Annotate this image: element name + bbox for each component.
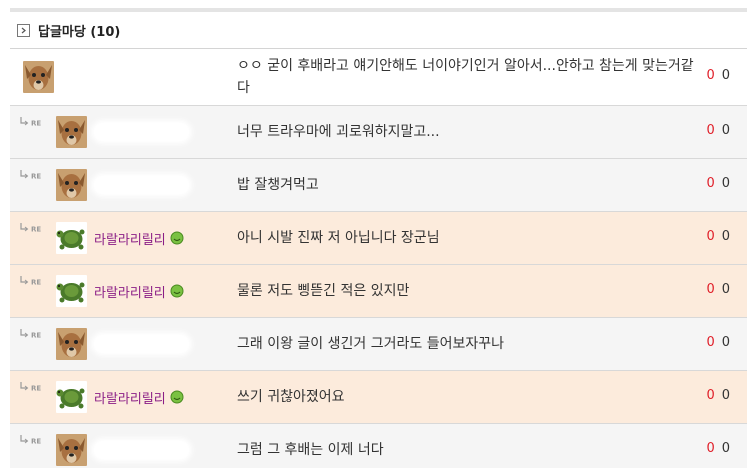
reply-row: RE 라랄라리릴리 물론 저도 삥뜯긴 적은 있지만 0 0 — [10, 265, 747, 318]
nickname-text[interactable]: 라랄라리릴리 — [94, 388, 166, 407]
avatar-dog[interactable] — [56, 169, 87, 201]
nickname-text[interactable]: 라랄라리릴리 — [94, 282, 166, 301]
downvote-count[interactable]: 0 — [722, 441, 730, 456]
vote-counts: 0 0 — [706, 68, 730, 83]
downvote-count[interactable]: 0 — [722, 176, 730, 191]
downvote-count[interactable]: 0 — [722, 68, 730, 83]
reply-re-icon: RE — [20, 435, 41, 446]
comment-text: ㅇㅇ 굳이 후배라고 얘기안해도 너이야기인거 알아서...안하고 참는게 맞는… — [237, 58, 694, 96]
downvote-count[interactable]: 0 — [722, 123, 730, 138]
nickname[interactable]: 라랄라리릴리 — [94, 387, 184, 407]
vote-counts: 0 0 — [706, 441, 730, 456]
nickname-blurred — [94, 176, 189, 194]
reply-re-icon: RE — [20, 382, 41, 393]
svg-text:RE: RE — [31, 226, 41, 234]
reply-re-icon: RE — [20, 276, 41, 287]
svg-text:RE: RE — [31, 173, 41, 181]
reply-re-icon: RE — [20, 329, 41, 340]
comment-text: 너무 트라우마에 괴로워하지말고... — [237, 124, 440, 140]
reply-row: RE 그럼 그 후배는 이제 너다 0 0 — [10, 424, 747, 468]
upvote-count[interactable]: 0 — [706, 229, 714, 244]
vote-counts: 0 0 — [706, 176, 730, 191]
avatar-dog[interactable] — [23, 61, 54, 93]
avatar-turtle[interactable] — [56, 275, 87, 307]
svg-text:RE: RE — [31, 385, 41, 393]
avatar-turtle[interactable] — [56, 222, 87, 254]
vote-counts: 0 0 — [706, 388, 730, 403]
comment-row: ㅇㅇ 굳이 후배라고 얘기안해도 너이야기인거 알아서...안하고 참는게 맞는… — [10, 49, 747, 106]
svg-text:RE: RE — [31, 279, 41, 287]
nickname[interactable]: 라랄라리릴리 — [94, 228, 184, 248]
comment-text: 쓰기 귀찮아졌어요 — [237, 389, 345, 405]
nickname-blurred — [94, 335, 189, 353]
vote-counts: 0 0 — [706, 229, 730, 244]
section-header: 답글마당 (10) — [10, 12, 747, 49]
vote-counts: 0 0 — [706, 335, 730, 350]
reply-row: RE 라랄라리릴리 쓰기 귀찮아졌어요 0 0 — [10, 371, 747, 424]
svg-text:RE: RE — [31, 120, 41, 128]
green-circle-badge-icon — [170, 390, 184, 404]
green-circle-badge-icon — [170, 231, 184, 245]
downvote-count[interactable]: 0 — [722, 335, 730, 350]
avatar-dog[interactable] — [56, 116, 87, 148]
reply-row: RE 그래 이왕 글이 생긴거 그거라도 들어보자꾸나 0 0 — [10, 318, 747, 371]
vote-counts: 0 0 — [706, 123, 730, 138]
comment-text: 그래 이왕 글이 생긴거 그거라도 들어보자꾸나 — [237, 336, 504, 352]
upvote-count[interactable]: 0 — [706, 68, 714, 83]
svg-text:RE: RE — [31, 332, 41, 340]
nickname-blurred — [66, 68, 156, 86]
upvote-count[interactable]: 0 — [706, 123, 714, 138]
expand-arrow-icon[interactable] — [17, 23, 30, 37]
green-circle-badge-icon — [170, 284, 184, 298]
comment-text: 밥 잘챙겨먹고 — [237, 177, 319, 193]
upvote-count[interactable]: 0 — [706, 335, 714, 350]
comment-section: 답글마당 (10) ㅇㅇ 굳이 후배라고 얘기안해도 너이야기인거 알아서...… — [0, 8, 747, 468]
comment-text: 그럼 그 후배는 이제 너다 — [237, 442, 384, 458]
reply-row: RE 라랄라리릴리 아니 시발 진짜 저 아닙니다 장군님 0 0 — [10, 212, 747, 265]
downvote-count[interactable]: 0 — [722, 282, 730, 297]
reply-re-icon: RE — [20, 223, 41, 234]
svg-text:RE: RE — [31, 438, 41, 446]
downvote-count[interactable]: 0 — [722, 229, 730, 244]
nickname-blurred — [94, 123, 189, 141]
nickname-text[interactable]: 라랄라리릴리 — [94, 229, 166, 248]
section-title: 답글마당 (10) — [38, 24, 121, 40]
comment-text: 물론 저도 삥뜯긴 적은 있지만 — [237, 283, 410, 299]
reply-row: RE 너무 트라우마에 괴로워하지말고... 0 0 — [10, 106, 747, 159]
avatar-turtle[interactable] — [56, 381, 87, 413]
comment-text: 아니 시발 진짜 저 아닙니다 장군님 — [237, 230, 440, 246]
upvote-count[interactable]: 0 — [706, 441, 714, 456]
nickname-blurred — [94, 441, 189, 459]
downvote-count[interactable]: 0 — [722, 388, 730, 403]
upvote-count[interactable]: 0 — [706, 388, 714, 403]
reply-row: RE 밥 잘챙겨먹고 0 0 — [10, 159, 747, 212]
avatar-dog[interactable] — [56, 434, 87, 466]
reply-re-icon: RE — [20, 117, 41, 128]
vote-counts: 0 0 — [706, 282, 730, 297]
upvote-count[interactable]: 0 — [706, 282, 714, 297]
upvote-count[interactable]: 0 — [706, 176, 714, 191]
nickname[interactable]: 라랄라리릴리 — [94, 281, 184, 301]
avatar-dog[interactable] — [56, 328, 87, 360]
reply-re-icon: RE — [20, 170, 41, 181]
